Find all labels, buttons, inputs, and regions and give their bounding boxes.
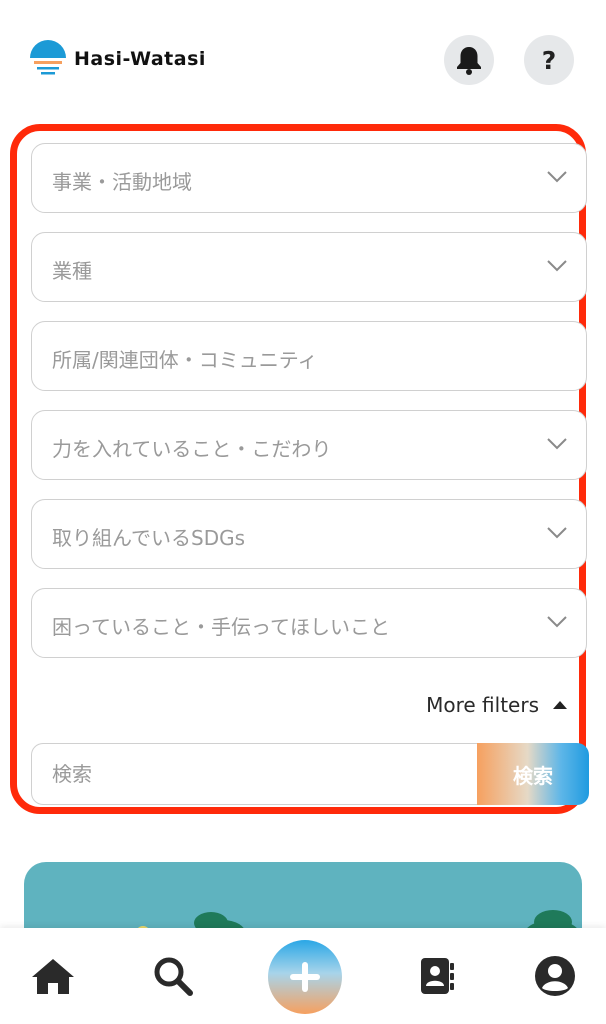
account-icon <box>535 956 575 996</box>
chevron-down-icon <box>547 616 567 628</box>
contacts-icon <box>421 958 454 994</box>
filter-help-needed-select[interactable]: 困っていること・手伝ってほしいこと <box>31 588 587 658</box>
nav-contacts[interactable] <box>406 928 468 1024</box>
app-name: Hasi-Watasi <box>74 48 206 70</box>
logo-icon <box>30 40 66 75</box>
filter-label: 所属/関連団体・コミュニティ <box>52 348 318 372</box>
app-header: Hasi-Watasi ? <box>0 0 606 118</box>
chevron-down-icon <box>547 438 567 450</box>
search-button[interactable]: 検索 <box>477 743 589 805</box>
filter-label: 困っていること・手伝ってほしいこと <box>52 615 390 639</box>
search-icon <box>154 957 193 996</box>
search-bar: 検索 検索 <box>31 743 589 805</box>
nav-search[interactable] <box>142 928 204 1024</box>
bell-icon <box>457 47 481 75</box>
notifications-button[interactable] <box>444 35 494 85</box>
search-input[interactable]: 検索 <box>31 743 481 805</box>
filter-industry-select[interactable]: 業種 <box>31 232 587 302</box>
more-filters-label: More filters <box>426 693 539 717</box>
more-filters-toggle[interactable]: More filters <box>426 693 567 717</box>
filter-label: 業種 <box>52 259 92 283</box>
filter-label: 力を入れていること・こだわり <box>52 437 332 461</box>
chevron-down-icon <box>547 527 567 539</box>
filter-region-select[interactable]: 事業・活動地域 <box>31 143 587 213</box>
filter-sdgs-select[interactable]: 取り組んでいるSDGs <box>31 499 587 569</box>
nav-account[interactable] <box>524 928 586 1024</box>
caret-up-icon <box>553 701 567 709</box>
chevron-down-icon <box>547 171 567 183</box>
help-button[interactable]: ? <box>524 35 574 85</box>
home-icon <box>32 959 74 994</box>
filter-organization-input[interactable]: 所属/関連団体・コミュニティ <box>31 321 587 391</box>
search-filter-panel: 事業・活動地域 業種 所属/関連団体・コミュニティ 力を入れていること・こだわり… <box>10 124 589 814</box>
filter-label: 取り組んでいるSDGs <box>52 526 246 550</box>
chevron-down-icon <box>547 260 567 272</box>
add-post-button[interactable] <box>268 940 342 1014</box>
filter-label: 事業・活動地域 <box>52 170 192 194</box>
app-logo[interactable]: Hasi-Watasi <box>28 40 206 78</box>
filter-focus-select[interactable]: 力を入れていること・こだわり <box>31 410 587 480</box>
add-icon <box>290 962 320 992</box>
help-icon: ? <box>541 45 557 75</box>
nav-home[interactable] <box>22 928 84 1024</box>
